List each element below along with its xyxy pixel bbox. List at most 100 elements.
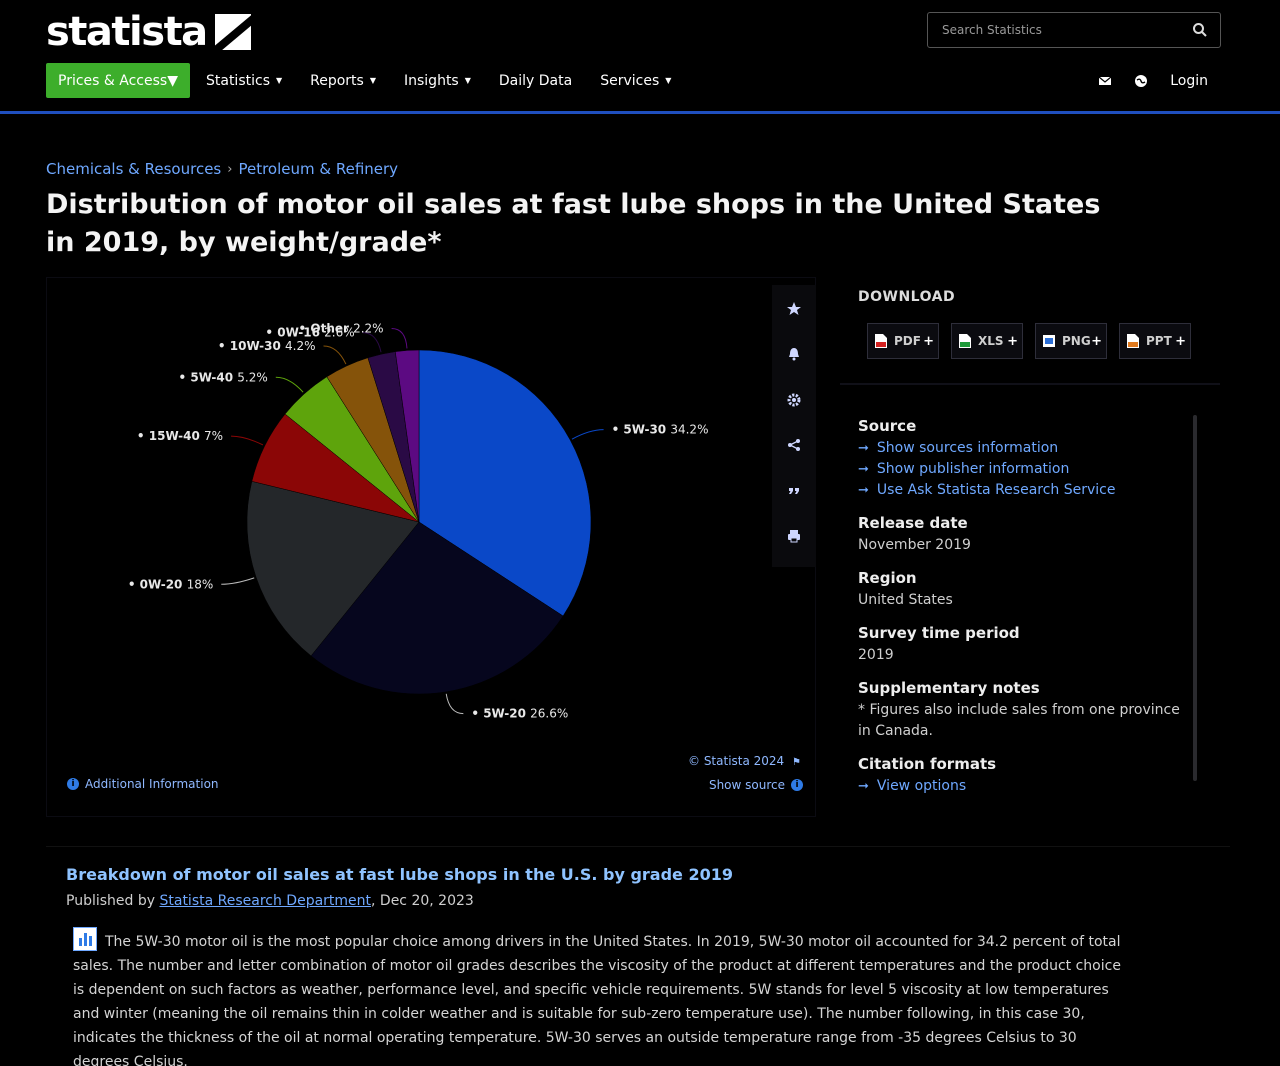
publisher-link[interactable]: Statista Research Department <box>159 893 371 909</box>
statistic-description: Breakdown of motor oil sales at fast lub… <box>46 846 1230 1066</box>
chevron-down-icon: ▼ <box>369 76 376 85</box>
statista-credit[interactable]: © Statista 2024 ⚑ <box>688 754 801 768</box>
pie-connector <box>275 376 304 393</box>
link-label: Show sources information <box>876 440 1059 456</box>
pie-connector <box>221 577 255 585</box>
credit-text: © Statista 2024 <box>688 754 785 768</box>
download-title: DOWNLOAD <box>858 289 956 305</box>
pie-label-15w-40: • 15W-40 7% <box>137 429 223 443</box>
pie-label-10w-30: • 10W-30 4.2% <box>218 339 316 353</box>
nav-item-reports[interactable]: Reports ▼ <box>310 73 376 89</box>
pdf-file-icon <box>875 334 887 348</box>
gear-icon[interactable] <box>786 392 802 408</box>
nav-item-insights[interactable]: Insights ▼ <box>404 73 471 89</box>
breadcrumb-petroleum[interactable]: Petroleum & Refinery <box>238 160 398 178</box>
supplementary-notes-value: * Figures also include sales from one pr… <box>858 702 1180 739</box>
search-bar <box>927 12 1221 48</box>
show-source-link[interactable]: Show source i <box>709 778 803 792</box>
pie-chart: • 5W-30 34.2% • 5W-20 26.6% • 0W-20 18% • 1… <box>128 321 709 720</box>
png-file-icon <box>1043 335 1055 347</box>
published-by: Published by Statista Research Departmen… <box>66 893 474 909</box>
plus-icon: + <box>923 333 934 349</box>
plus-icon: + <box>1007 333 1018 349</box>
supplementary-notes-block: Supplementary notes * Figures also inclu… <box>858 679 1188 742</box>
plus-icon: + <box>1091 333 1102 349</box>
nav-label: Reports <box>310 72 364 89</box>
release-date-value: November 2019 <box>858 537 971 553</box>
bell-icon[interactable] <box>786 346 802 362</box>
supplementary-notes-heading: Supplementary notes <box>858 679 1040 697</box>
published-date: , Dec 20, 2023 <box>371 893 474 909</box>
mail-icon[interactable] <box>1098 74 1112 88</box>
divider <box>840 383 1220 385</box>
bar-chart-icon <box>73 927 97 951</box>
prices-access-button[interactable]: Prices & Access ▼ <box>46 63 190 98</box>
chevron-down-icon: ▼ <box>275 76 283 85</box>
download-label: PPT <box>1146 334 1172 348</box>
logo-mark-icon <box>214 14 251 50</box>
view-options-link[interactable]: ➞ View options <box>858 776 1188 797</box>
pie-connector <box>362 332 382 353</box>
published-prefix: Published by <box>66 893 156 909</box>
nav-label: Statistics <box>205 72 270 89</box>
download-pdf-button[interactable]: PDF + <box>867 323 939 359</box>
arrow-right-icon: ➞ <box>858 779 869 794</box>
region-value: United States <box>858 592 953 608</box>
survey-period-value: 2019 <box>858 647 894 663</box>
login-link[interactable]: Login <box>1170 73 1208 89</box>
ppt-file-icon <box>1127 334 1139 348</box>
pie-label-5w-40: • 5W-40 5.2% <box>179 370 268 384</box>
info-icon: i <box>791 779 803 791</box>
statistic-metadata: Source ➞ Show sources information ➞ Show p… <box>858 417 1188 810</box>
arrow-right-icon: ➞ <box>858 483 869 498</box>
nav-label: Daily Data <box>498 72 573 89</box>
release-date-heading: Release date <box>858 514 968 532</box>
description-text: The 5W-30 motor oil is the most popular … <box>73 934 1121 1066</box>
breadcrumb: Chemicals & Resources › Petroleum & Refi… <box>46 160 398 178</box>
search-input[interactable] <box>942 23 1192 37</box>
prices-access-label: Prices & Access <box>58 72 168 89</box>
nav-item-services[interactable]: Services ▼ <box>600 73 671 89</box>
download-label: PDF <box>894 334 921 348</box>
survey-period-block: Survey time period 2019 <box>858 624 1188 666</box>
pie-connector <box>571 429 604 440</box>
download-label: PNG <box>1062 334 1091 348</box>
nav-item-statistics[interactable]: Statistics ▼ <box>206 73 282 89</box>
source-heading: Source <box>858 417 917 435</box>
show-publisher-link[interactable]: ➞ Show publisher information <box>858 459 1188 480</box>
header-actions: Login <box>1076 63 1208 98</box>
citation-block: Citation formats ➞ View options <box>858 755 1188 797</box>
additional-info-label: Additional Information <box>85 777 219 791</box>
chart-panel: • 5W-30 34.2% • 5W-20 26.6% • 0W-20 18% • 1… <box>46 277 816 817</box>
flag-icon: ⚑ <box>792 757 801 768</box>
source-block: Source ➞ Show sources information ➞ Show p… <box>858 417 1188 501</box>
download-xls-button[interactable]: XLS + <box>951 323 1023 359</box>
xls-file-icon <box>959 334 971 348</box>
citation-heading: Citation formats <box>858 755 997 773</box>
nav-item-daily-data[interactable]: Daily Data <box>499 73 572 89</box>
statista-logo[interactable]: statista <box>46 9 251 55</box>
search-icon[interactable] <box>1192 22 1208 38</box>
download-png-button[interactable]: PNG + <box>1035 323 1107 359</box>
description-title: Breakdown of motor oil sales at fast lub… <box>66 865 733 884</box>
star-icon[interactable] <box>786 301 802 317</box>
main-nav: Prices & Access ▼ Statistics ▼ Reports ▼ In… <box>46 63 699 98</box>
globe-icon[interactable] <box>1134 74 1148 88</box>
arrow-right-icon: ➞ <box>858 462 869 477</box>
download-ppt-button[interactable]: PPT + <box>1119 323 1191 359</box>
ask-statista-link[interactable]: ➞ Use Ask Statista Research Service <box>858 480 1188 501</box>
sidebar-scrollbar[interactable] <box>1193 415 1197 781</box>
show-sources-link[interactable]: ➞ Show sources information <box>858 438 1188 459</box>
share-icon[interactable] <box>786 437 802 453</box>
pie-label-5w-30: • 5W-30 34.2% <box>612 423 709 437</box>
chevron-down-icon: ▼ <box>167 72 178 89</box>
download-label: XLS <box>978 334 1004 348</box>
print-icon[interactable] <box>786 528 802 544</box>
pie-connector <box>391 327 408 349</box>
chevron-right-icon: › <box>227 161 233 177</box>
breadcrumb-chemicals[interactable]: Chemicals & Resources <box>46 160 221 178</box>
survey-period-heading: Survey time period <box>858 624 1020 642</box>
show-source-label: Show source <box>708 778 785 792</box>
quote-icon[interactable] <box>786 483 802 499</box>
additional-information-link[interactable]: i Additional Information <box>67 777 219 791</box>
